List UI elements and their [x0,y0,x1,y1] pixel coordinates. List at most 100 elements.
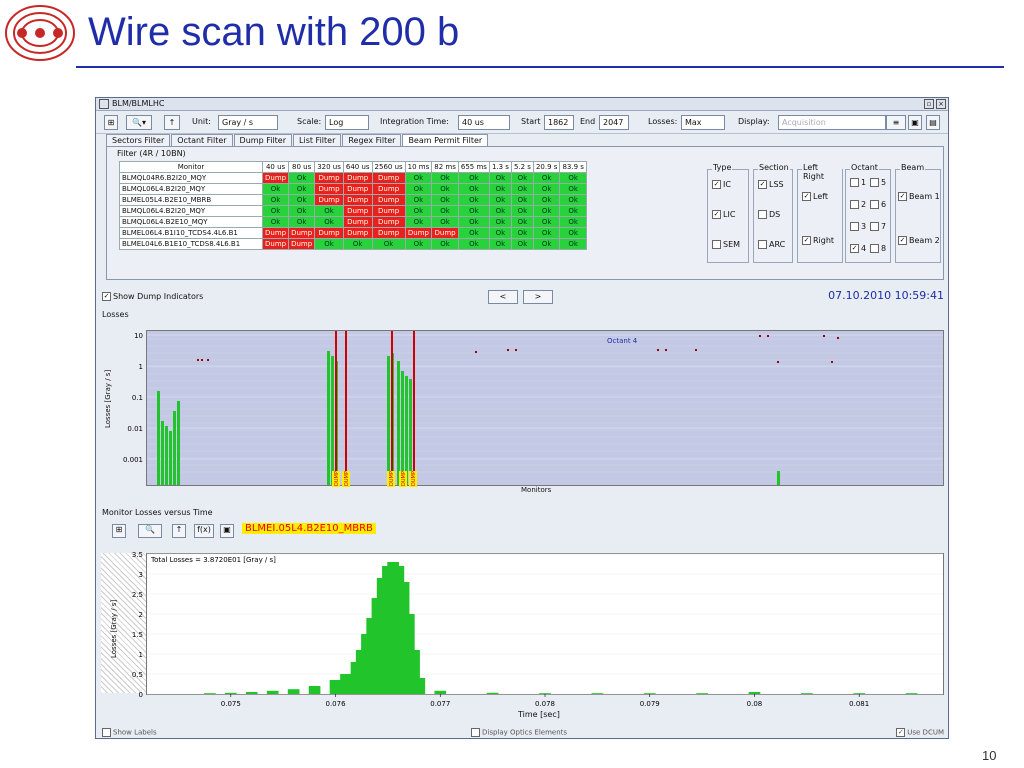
table-row[interactable]: BLMEL04L6.B1E10_TCDS8.4L6.B1 Dump Dump Ok Ok… [119,238,587,250]
tab-regex-filter[interactable]: Regex Filter [342,134,402,146]
octant-2-checkbox[interactable]: 2 [850,200,866,209]
type-ic-checkbox[interactable]: ✓ IC [712,180,731,189]
table-header-row: Monitor 40 us 80 us 320 us 640 us 2560 us 10 m… [119,161,587,173]
status-cell: Ok [261,183,290,195]
status-cell: Dump [371,194,406,206]
show-labels-checkbox[interactable]: Show Labels [102,728,157,737]
scale-select[interactable]: Log [325,115,369,130]
section-group: Section ✓ LSS DS ARC [753,163,793,263]
selected-monitor: BLMEI.05L4.B2E10_MBRB [242,523,376,534]
status-cell: Ok [488,238,512,250]
use-dcum-checkbox[interactable]: ✓ Use DCUM [896,728,944,737]
prev-button[interactable]: < [488,290,518,304]
ytick-label: 2 [139,611,143,619]
next-button[interactable]: > [523,290,553,304]
loss-bar [224,692,237,694]
restore-icon[interactable]: ▫ [924,99,934,109]
display-select[interactable]: Acquisition [778,115,886,130]
type-lic-checkbox[interactable]: ✓ LIC [712,210,735,219]
monitor-name-cell[interactable]: BLMQL06L4.B2I20_MQY [119,205,263,217]
end-label: End [580,117,596,126]
beam1-checkbox[interactable]: ✓ Beam 1 [898,192,940,201]
monitor-name-cell[interactable]: BLMQL06L4.B2E10_MQY [119,216,263,228]
octant-5-checkbox[interactable]: 5 [870,178,886,187]
right-checkbox[interactable]: ✓ Right [802,236,834,245]
octant-6-checkbox[interactable]: 6 [870,200,886,209]
table-row[interactable]: BLMEL06L4.B1I10_TCDS4.4L6.B1 Dump Dump Dump… [119,227,587,239]
zoom-icon[interactable]: 🔍 [138,524,162,538]
zoom-icon[interactable]: 🔍▾ [126,115,152,130]
type-sem-checkbox[interactable]: SEM [712,240,740,249]
beam2-label: Beam 2 [909,236,940,245]
xtick-label: 0.077 [430,700,450,708]
tab-list-filter[interactable]: List Filter [293,134,342,146]
section-ds-checkbox[interactable]: DS [758,210,780,219]
column-header[interactable]: 10 ms [404,161,433,173]
status-cell: Dump [371,172,406,184]
close-icon[interactable]: × [936,99,946,109]
monitor-name-cell[interactable]: BLMEL04L6.B1E10_TCDS8.4L6.B1 [119,238,263,250]
column-header[interactable]: 80 us [288,161,316,173]
fff-icon[interactable]: ≡ [886,115,906,130]
octant-7-checkbox[interactable]: 7 [870,222,886,231]
threshold-marker [665,349,667,351]
monitor-name-cell[interactable]: BLMQL06L4.B2I20_MQY [119,183,263,195]
column-header[interactable]: 20.9 s [532,161,561,173]
monitor-name-cell[interactable]: BLMQL04R6.B2I20_MQY [119,172,263,184]
end-input[interactable]: 2047 [599,115,629,130]
table-row[interactable]: BLMQL06L4.B2E10_MQY Ok Ok Ok Dump Dump Ok Ok Ok O… [119,216,587,228]
column-header[interactable]: 640 us [342,161,373,173]
arrow-up-icon[interactable]: ↑ [164,115,180,130]
tab-beam-permit-filter[interactable]: Beam Permit Filter [402,134,489,146]
column-header[interactable]: 40 us [261,161,290,173]
status-cell: Ok [532,172,561,184]
table-row[interactable]: BLMEL05L4.B2E10_MBRB Ok Ok Dump Dump Dump Ok Ok… [119,194,587,206]
table-row[interactable]: BLMQL04R6.B2I20_MQY Dump Ok Dump Dump Dump Ok O… [119,172,587,184]
status-cell: Ok [532,216,561,228]
tab-sectors-filter[interactable]: Sectors Filter [106,134,171,146]
threshold-marker [823,335,825,337]
save-icon[interactable]: ▣ [220,524,234,538]
fx-button[interactable]: f(x) [194,524,214,538]
column-header[interactable]: 82 ms [431,161,459,173]
table-row[interactable]: BLMQL06L4.B2I20_MQY Ok Ok Ok Dump Dump Ok Ok Ok O… [119,205,587,217]
tab-octant-filter[interactable]: Octant Filter [171,134,233,146]
arrow-up-icon[interactable]: ↑ [172,524,186,538]
start-input[interactable]: 1862 [544,115,574,130]
display-optics-checkbox[interactable]: Display Optics Elements [471,728,567,737]
status-cell: Ok [431,183,459,195]
layout-icon[interactable]: ⊞ [112,524,126,538]
column-header[interactable]: 83.9 s [559,161,587,173]
show-dump-checkbox[interactable]: ✓ Show Dump Indicators [102,292,203,301]
column-header[interactable]: 655 ms [457,161,490,173]
monitor-name-cell[interactable]: BLMEL05L4.B2E10_MBRB [119,194,263,206]
section-lss-checkbox[interactable]: ✓ LSS [758,180,784,189]
save-icon[interactable]: ▣ [908,115,922,130]
column-header[interactable]: Monitor [119,161,263,173]
column-header[interactable]: 2560 us [371,161,406,173]
left-checkbox[interactable]: ✓ Left [802,192,828,201]
section-arc-checkbox[interactable]: ARC [758,240,785,249]
octant-4-checkbox[interactable]: ✓ 4 [850,244,866,253]
column-header[interactable]: 5.2 s [510,161,534,173]
losses-select[interactable]: Max [681,115,725,130]
column-header[interactable]: 320 us [314,161,344,173]
xtick-label: 0.08 [747,700,763,708]
status-cell: Ok [288,183,316,195]
table-row[interactable]: BLMQL06L4.B2I20_MQY Ok Ok Dump Dump Dump Ok Ok O… [119,183,587,195]
beam2-checkbox[interactable]: ✓ Beam 2 [898,236,940,245]
column-header[interactable]: 1.3 s [488,161,512,173]
octant-3-checkbox[interactable]: 3 [850,222,866,231]
octant-1-checkbox[interactable]: 1 [850,178,866,187]
tab-dump-filter[interactable]: Dump Filter [233,134,293,146]
integration-select[interactable]: 40 us [458,115,510,130]
octant-3-label: 3 [861,222,867,231]
octant-8-checkbox[interactable]: 8 [870,244,886,253]
status-cell: Ok [559,205,587,217]
status-cell: Ok [488,205,512,217]
status-cell: Dump [261,238,290,250]
layout-icon[interactable]: ⊞ [104,115,118,130]
unit-select[interactable]: Gray / s [218,115,278,130]
window-icon[interactable]: ▤ [926,115,940,130]
monitor-name-cell[interactable]: BLMEL06L4.B1I10_TCDS4.4L6.B1 [119,227,263,239]
